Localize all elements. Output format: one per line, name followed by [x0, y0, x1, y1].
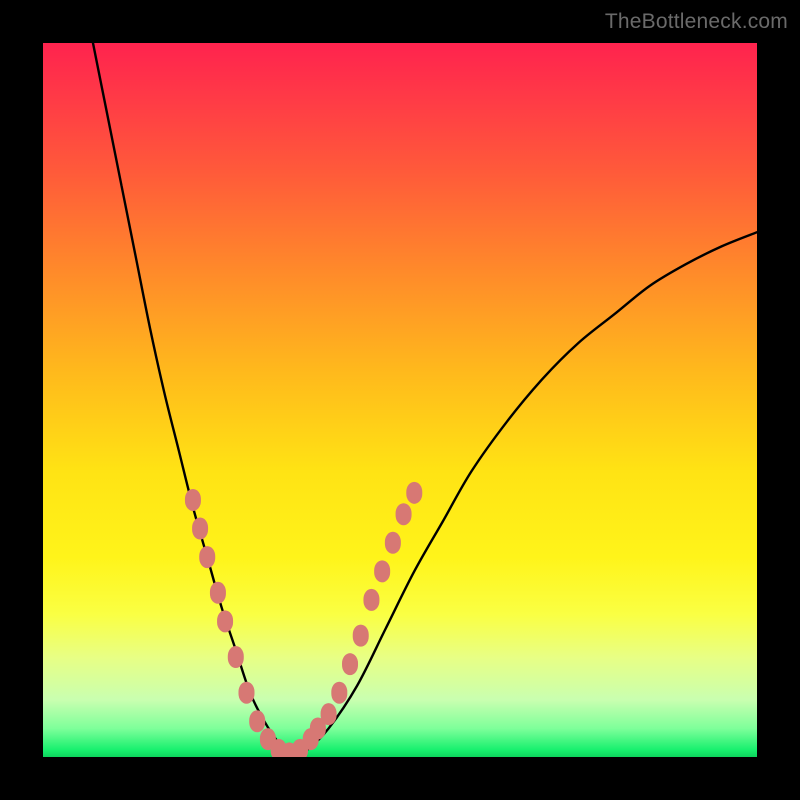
- highlight-dot: [342, 653, 358, 675]
- highlight-dot: [228, 646, 244, 668]
- chart-stage: TheBottleneck.com: [0, 0, 800, 800]
- highlight-dot: [406, 482, 422, 504]
- highlight-dot: [192, 518, 208, 540]
- bottleneck-curve: [93, 43, 757, 757]
- highlight-dots: [185, 482, 422, 757]
- watermark-text: TheBottleneck.com: [605, 10, 788, 34]
- highlight-dot: [396, 503, 412, 525]
- highlight-dot: [249, 710, 265, 732]
- plot-area: [43, 43, 757, 757]
- highlight-dot: [210, 582, 226, 604]
- highlight-dot: [374, 560, 390, 582]
- highlight-dot: [385, 532, 401, 554]
- highlight-dot: [331, 682, 347, 704]
- highlight-dot: [217, 610, 233, 632]
- highlight-dot: [199, 546, 215, 568]
- highlight-dot: [363, 589, 379, 611]
- highlight-dot: [185, 489, 201, 511]
- highlight-dot: [321, 703, 337, 725]
- chart-svg: [43, 43, 757, 757]
- highlight-dot: [353, 625, 369, 647]
- highlight-dot: [238, 682, 254, 704]
